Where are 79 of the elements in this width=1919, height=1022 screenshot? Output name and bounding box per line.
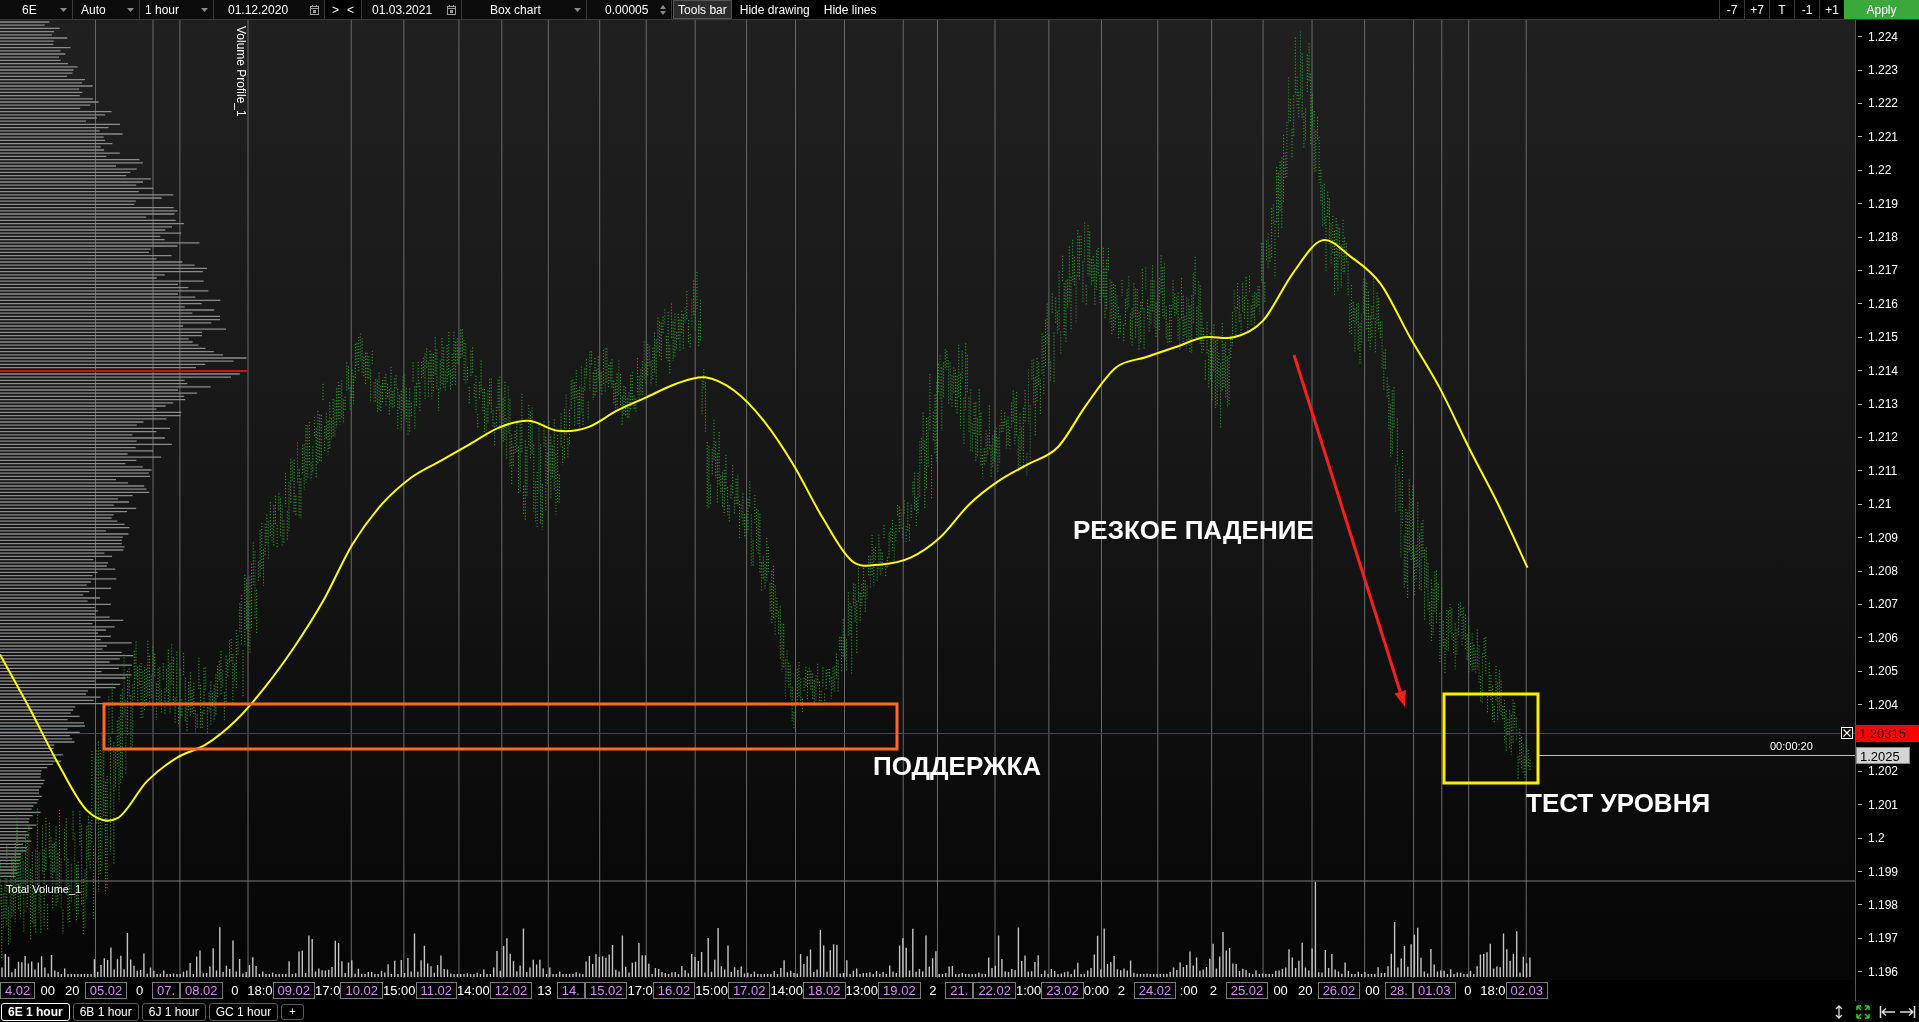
price-label: 1.216 [1868,296,1899,311]
price-marker: 1.20315 [1856,725,1919,742]
date-label: 4.02 [0,982,36,999]
date-label: 28. [1384,982,1413,999]
date-label: 23.02 [1041,982,1084,999]
time-label: :00 [1178,983,1199,998]
price-label: 1.199 [1868,864,1899,879]
price-label: 1.2 [1868,831,1885,846]
annotation-text: ТЕСТ УРОВНЯ [1526,790,1711,816]
time-label: 13:00 [845,983,879,998]
date-label: 02.03 [1505,982,1549,999]
time-label: 18:0 [247,983,273,998]
date-label: 11.02 [415,982,458,999]
time-label: 17:0 [627,983,653,998]
time-label: 0 [1463,983,1473,998]
price-label: 1.209 [1868,530,1899,545]
time-label: 1:00 [1015,983,1042,998]
time-label: 2 [928,983,938,998]
price-label: 1.212 [1868,430,1899,445]
date-label: 26.02 [1317,982,1361,999]
date-label: 19.02 [878,982,921,999]
date-label: 05.02 [84,982,128,999]
price-label: 1.222 [1868,96,1899,111]
price-label: 1.196 [1868,964,1899,979]
date-label: 15.02 [584,982,628,999]
time-label: 13 [536,983,553,998]
price-label: 1.221 [1868,129,1899,144]
time-label: 0 [134,983,145,998]
time-label: 00 [1364,983,1381,998]
date-label: 21. [945,982,974,999]
price-label: 1.201 [1868,797,1899,812]
price-label: 1.211 [1868,463,1898,478]
price-label: 1.218 [1868,230,1899,245]
date-label: 10.02 [340,982,383,999]
time-label: 15:00 [695,983,728,998]
date-label: 17.02 [727,982,771,999]
time-label: 00 [1272,983,1289,998]
date-label: 16.02 [652,982,696,999]
price-label: 1.22 [1868,163,1892,178]
date-label: 24.02 [1133,982,1177,999]
date-label: 12.02 [489,982,533,999]
price-label: 1.208 [1868,564,1899,579]
price-label: 1.198 [1868,898,1899,912]
date-label: 14. [556,982,585,999]
price-label: 1.224 [1868,29,1899,44]
time-label: 2 [1208,983,1218,998]
price-label: 1.214 [1868,363,1899,378]
time-label: 14:00 [457,983,490,998]
price-label: 1.202 [1868,764,1899,779]
date-label: 07. [151,982,180,999]
time-label: 18:0 [1480,983,1506,998]
time-label: 00 [39,983,56,998]
time-label: 0:00 [1083,983,1110,998]
time-label: 0 [230,983,240,998]
time-label: 20 [1297,983,1314,998]
price-marker: 1.2025 [1856,747,1910,764]
date-label: 25.02 [1225,982,1269,999]
date-label: 18.02 [803,982,846,999]
time-label: 17:0 [315,983,341,998]
date-label: 09.02 [272,982,316,999]
price-label: 1.21 [1868,497,1892,512]
time-label: 2 [1116,983,1127,998]
price-label: 1.197 [1868,931,1899,946]
price-label: 1.213 [1868,397,1899,412]
date-label: 22.02 [973,982,1016,999]
price-label: 1.215 [1868,330,1899,345]
price-label: 1.217 [1868,263,1899,278]
price-label: 1.207 [1868,597,1899,612]
price-label: 1.223 [1868,63,1899,78]
date-label: 08.02 [180,982,223,999]
price-label: 1.219 [1868,196,1899,211]
time-label: 15:00 [382,983,416,998]
price-label: 1.206 [1868,630,1899,645]
price-label: 1.204 [1868,697,1899,712]
time-label: 14:00 [770,983,803,998]
countdown-timer: 00:00:20 [1770,741,1813,752]
date-label: 01.03 [1412,982,1456,999]
time-label: 20 [64,983,81,998]
price-label: 1.205 [1868,664,1899,679]
